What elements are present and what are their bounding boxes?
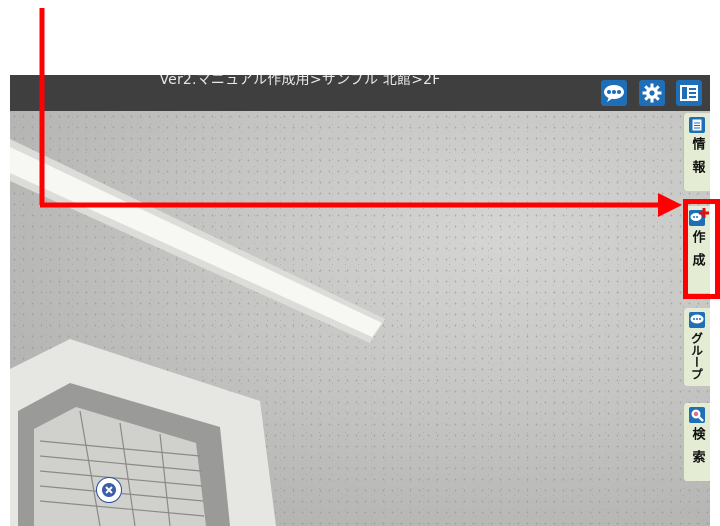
side-tab-bar: 情報 作成 グループ 検索 bbox=[684, 111, 710, 526]
breadcrumb: Ver2.マニュアル作成用>サンプル 北館>2F bbox=[159, 75, 441, 88]
search-icon bbox=[689, 407, 705, 423]
group-speech-icon bbox=[689, 312, 705, 328]
tab-group-label: グループ bbox=[689, 332, 704, 380]
document-icon bbox=[689, 117, 705, 133]
tab-create-label: 作成 bbox=[689, 230, 705, 276]
create-speech-icon bbox=[689, 208, 709, 226]
tab-info[interactable]: 情報 bbox=[684, 113, 710, 191]
group-speech-icon bbox=[604, 85, 624, 102]
light-tube bbox=[10, 147, 382, 337]
panorama-viewer[interactable] bbox=[10, 111, 710, 526]
settings-button[interactable] bbox=[639, 80, 665, 106]
plus-icon bbox=[699, 208, 709, 218]
tab-info-label: 情報 bbox=[689, 137, 705, 183]
tab-create[interactable]: 作成 bbox=[684, 206, 710, 293]
tab-group[interactable]: グループ bbox=[684, 308, 710, 386]
app-window: Ver2.マニュアル作成用>サンプル 北館>2F 情報 作成 グループ 検索 bbox=[10, 75, 710, 526]
ceiling-scene bbox=[10, 139, 385, 526]
close-marker-button[interactable] bbox=[96, 477, 122, 503]
panel-toggle-button[interactable] bbox=[676, 80, 702, 106]
top-bar: Ver2.マニュアル作成用>サンプル 北館>2F bbox=[10, 75, 710, 111]
close-icon bbox=[102, 483, 116, 497]
tab-search-label: 検索 bbox=[689, 427, 705, 473]
tab-search[interactable]: 検索 bbox=[684, 403, 710, 481]
gear-icon bbox=[642, 83, 662, 103]
panel-list-icon bbox=[680, 85, 698, 101]
group-button[interactable] bbox=[601, 80, 627, 106]
